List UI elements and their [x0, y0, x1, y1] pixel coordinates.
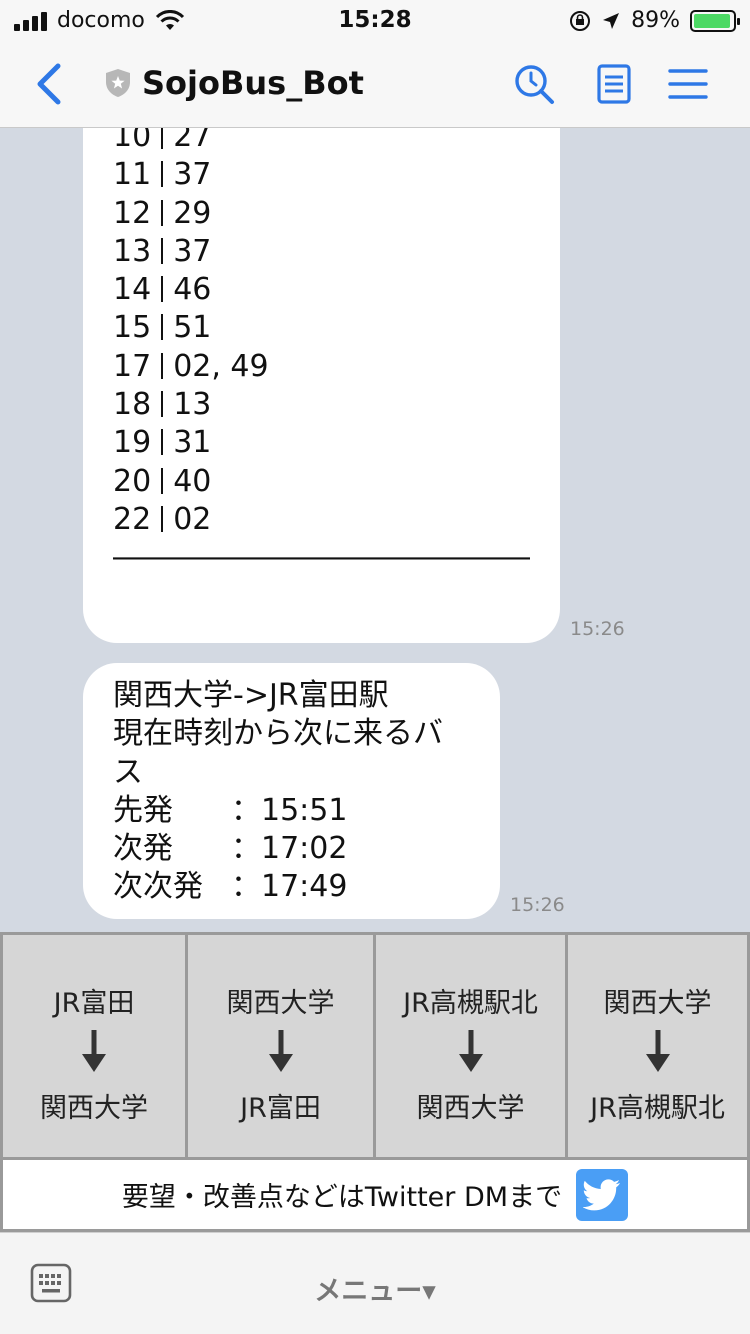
arrow-down-icon: [82, 1030, 106, 1072]
battery-percent: 89%: [631, 8, 680, 33]
timetable-row: 11 37: [113, 156, 530, 194]
route-to: JR高槻駅北: [590, 1093, 725, 1124]
nav-bar: SojoBus_Bot: [0, 40, 750, 128]
route-to: 関西大学: [416, 1093, 525, 1124]
arrow-down-icon: [268, 1030, 293, 1072]
arrow-down-icon: [458, 1030, 483, 1072]
twitter-icon: [576, 1168, 629, 1221]
timetable-row: 13 37: [113, 233, 530, 271]
row-minutes: 37: [173, 157, 212, 193]
row-hour: 15: [113, 310, 152, 346]
row-hour: 11: [113, 157, 152, 193]
route-from: 関西大学: [603, 988, 712, 1019]
location-arrow-icon: [603, 12, 620, 29]
route-button-tonda-to-kansai[interactable]: JR富田 関西大学: [3, 935, 185, 1157]
status-right: 89%: [569, 8, 740, 33]
timetable-row: 17 02, 49: [113, 348, 530, 386]
row-hour: 18: [113, 387, 152, 423]
orientation-lock-icon: [570, 10, 591, 31]
divider-rule: ――――――――――――――: [113, 540, 530, 576]
route-from: JR高槻駅北: [403, 988, 538, 1019]
row-hour: 20: [113, 463, 152, 499]
first-bus-label: 先発: [113, 792, 173, 828]
rich-menu: JR富田 関西大学 関西大学 JR富田 JR高槻駅北 関西大学 関西大学 JR高…: [0, 932, 750, 1232]
hamburger-icon[interactable]: [666, 62, 710, 106]
second-bus-label: 次発: [113, 831, 173, 867]
timetable-row: 22 02: [113, 501, 530, 539]
chat-title: SojoBus_Bot: [104, 64, 364, 102]
back-chevron-icon[interactable]: [30, 62, 70, 106]
route-from: 関西大学: [226, 988, 335, 1019]
route-button-kansai-to-tonda[interactable]: 関西大学 JR富田: [188, 935, 373, 1157]
timetable-row: 12 29: [113, 195, 530, 233]
second-bus-time: 17:02: [261, 831, 348, 867]
message-bubble-timetable: 10 27 11 37 12 29 13 37 14 46 15 51 17 02, 49 1…: [83, 128, 560, 643]
page-title: SojoBus_Bot: [142, 64, 364, 102]
timetable-row: 19 31: [113, 424, 530, 462]
row-minutes: 40: [173, 463, 212, 499]
route-to: 関西大学: [40, 1093, 148, 1124]
row-hour: 10: [113, 128, 152, 154]
third-bus-row: 次次発 ： 17:49: [113, 868, 470, 906]
row-hour: 19: [113, 425, 152, 461]
route-title: 関西大学->JR富田駅: [113, 678, 389, 713]
row-minutes: 37: [173, 233, 212, 269]
chat-area[interactable]: 10 27 11 37 12 29 13 37 14 46 15 51 17 02, 49 1…: [0, 128, 750, 932]
battery-icon: [690, 9, 740, 32]
message-timestamp: 15:26: [510, 894, 565, 916]
message-bubble-next-bus: 関西大学->JR富田駅 現在時刻から次に来るバス 先発 ： 15:51 次発 ：…: [83, 663, 500, 919]
third-bus-sep: ：: [231, 869, 261, 905]
arrow-down-icon: [645, 1030, 670, 1072]
row-minutes: 51: [173, 310, 212, 346]
row-minutes: 13: [173, 387, 212, 423]
twitter-feedback-button[interactable]: 要望・改善点などはTwitter DMまで: [3, 1160, 747, 1229]
row-hour: 13: [113, 233, 152, 269]
bottom-bar: メニュー▾: [0, 1232, 750, 1334]
next-bus-subtitle: 現在時刻から次に来るバス: [113, 716, 443, 790]
timetable-row: 14 46: [113, 271, 530, 309]
first-bus-row: 先発 ： 15:51: [113, 792, 470, 830]
route-button-kansai-to-takatsuki[interactable]: 関西大学 JR高槻駅北: [568, 935, 747, 1157]
shield-star-icon: [106, 69, 130, 97]
row-hour: 22: [113, 501, 152, 537]
message-timestamp: 15:26: [570, 618, 625, 640]
row-minutes: 31: [173, 425, 212, 461]
third-bus-time: 17:49: [261, 869, 348, 905]
row-hour: 12: [113, 195, 152, 231]
second-bus-sep: ：: [231, 831, 261, 867]
timetable-row: 18 13: [113, 386, 530, 424]
menu-toggle-button[interactable]: メニュー▾: [0, 1269, 750, 1308]
route-button-takatsuki-to-kansai[interactable]: JR高槻駅北 関西大学: [376, 935, 565, 1157]
timetable-row: 20 40: [113, 463, 530, 501]
row-minutes: 27: [173, 128, 212, 154]
row-minutes: 02: [173, 501, 212, 537]
status-bar: docomo 15:28 89%: [0, 0, 750, 40]
second-bus-row: 次発 ： 17:02: [113, 830, 470, 868]
search-icon[interactable]: [512, 62, 556, 106]
route-from: JR富田: [53, 988, 135, 1019]
row-minutes: 46: [173, 272, 212, 308]
row-minutes: 29: [173, 195, 212, 231]
timetable-row: 10 27: [113, 128, 530, 156]
timetable-row: 15 51: [113, 309, 530, 347]
row-minutes: 02, 49: [173, 348, 269, 384]
first-bus-time: 15:51: [261, 792, 348, 828]
row-hour: 14: [113, 272, 152, 308]
row-hour: 17: [113, 348, 152, 384]
third-bus-label: 次次発: [113, 869, 203, 905]
route-to: JR富田: [240, 1093, 321, 1124]
twitter-feedback-label: 要望・改善点などはTwitter DMまで: [121, 1182, 563, 1213]
first-bus-sep: ：: [231, 792, 261, 828]
note-icon[interactable]: [592, 62, 636, 106]
